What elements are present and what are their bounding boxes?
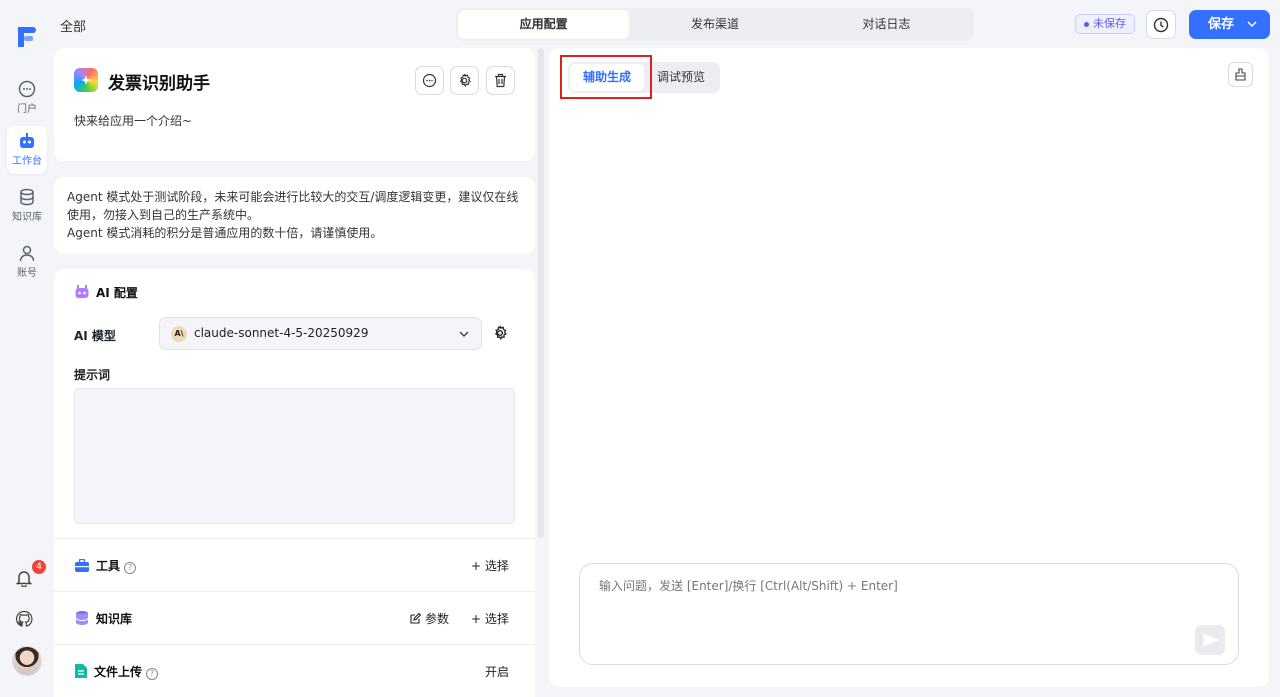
breadcrumb[interactable]: 全部 [60,16,86,35]
row-label: 文件上传 [94,665,143,679]
tools-title: 工具? [74,557,137,574]
chat-bubble-icon [18,80,36,98]
chevron-down-icon [1247,21,1257,28]
github-button[interactable] [12,609,42,639]
model-label: AI 模型 [74,329,116,343]
send-button[interactable] [1195,625,1225,655]
chat-input[interactable] [599,579,1179,593]
model-settings-gear-icon[interactable] [492,325,508,341]
clock-icon [1153,17,1169,33]
tab-assist-generate[interactable]: 辅助生成 [570,64,645,91]
status-badge: 未保存 [1075,14,1135,34]
tab-chat-logs[interactable]: 对话日志 [801,10,972,39]
sidebar-item-portal[interactable]: 门户 [7,74,47,122]
send-icon [1202,633,1218,647]
sidebar-item-knowledge[interactable]: 知识库 [7,182,47,230]
status-text: 未保存 [1093,17,1126,30]
status-dot-icon [1084,21,1089,27]
save-label: 保存 [1208,17,1235,32]
left-scrollbar[interactable] [538,48,544,538]
file-upload-row: 文件上传? 开启 [54,644,535,697]
select-knowledge-button[interactable]: + 选择 [471,610,509,627]
app-description[interactable]: 快来给应用一个介绍~ [74,112,192,129]
ai-config-title: AI 配置 [74,284,138,301]
prompt-textarea[interactable] [74,388,515,524]
select-tools-button[interactable]: + 选择 [471,557,509,574]
github-icon [15,610,33,627]
avatar[interactable] [12,646,42,676]
database-icon [75,611,89,625]
knowledge-row: 知识库 参数 + 选择 [54,591,535,644]
sidebar-item-label: 知识库 [12,212,42,223]
edit-icon [410,612,422,624]
enable-file-upload-button[interactable]: 开启 [485,663,509,680]
params-label: 参数 [425,612,450,626]
chat-settings-button[interactable] [415,66,444,95]
app-title[interactable]: 发票识别助手 [108,69,210,94]
section-label: AI 配置 [96,286,138,300]
anthropic-icon: A\ [171,326,187,342]
row-label: 工具 [96,559,121,573]
header: 全部 应用配置 发布渠道 对话日志 未保存 保存 [54,0,1280,48]
robot-icon [20,133,34,148]
config-tabs: 应用配置 发布渠道 对话日志 [456,8,974,41]
model-select[interactable]: A\ claude-sonnet-4-5-20250929 [159,317,482,350]
gear-icon [459,73,471,88]
delete-app-button[interactable] [486,66,515,95]
file-icon [75,664,87,678]
knowledge-params-button[interactable]: 参数 [410,610,449,627]
notifications-button[interactable]: 4 [12,560,46,598]
preview-tabs: 辅助生成 调试预览 [568,62,721,93]
save-button[interactable]: 保存 [1189,10,1270,39]
app-info-card: 发票识别助手 快来给应用一个介绍~ [54,48,535,161]
notification-badge: 4 [32,560,46,574]
sidebar: 门户 工作台 知识库 账号 4 [0,0,54,697]
chevron-down-icon [459,331,469,338]
app-avatar-icon[interactable] [74,68,98,92]
app-logo-icon[interactable] [15,24,39,50]
clear-chat-button[interactable] [1228,62,1253,87]
tab-debug-preview[interactable]: 调试预览 [644,64,718,91]
preview-panel: 辅助生成 调试预览 [549,48,1269,687]
tab-publish-channel[interactable]: 发布渠道 [629,10,800,39]
notice-line: Agent 模式消耗的积分是普通应用的数十倍，请谨慎使用。 [67,226,383,240]
tab-app-config[interactable]: 应用配置 [458,10,630,39]
model-value: claude-sonnet-4-5-20250929 [194,326,369,340]
broom-icon [1235,68,1246,81]
row-label: 知识库 [96,612,133,626]
sidebar-item-label: 门户 [17,104,37,115]
user-icon [19,245,35,262]
agent-mode-notice: Agent 模式处于测试阶段，未来可能会进行比较大的交互/调度逻辑变更，建议仅在… [54,177,535,254]
file-upload-title: 文件上传? [74,663,159,680]
chat-input-box [579,563,1239,665]
help-icon[interactable]: ? [146,668,159,680]
sidebar-item-account[interactable]: 账号 [7,238,47,286]
database-icon [20,188,34,206]
sidebar-item-label: 账号 [17,268,37,279]
sidebar-item-workspace[interactable]: 工作台 [7,126,47,174]
help-icon[interactable]: ? [124,562,137,574]
chat-bubble-icon [422,73,437,88]
toolbox-icon [75,558,89,572]
bell-icon [15,571,33,588]
knowledge-title: 知识库 [74,610,132,627]
history-button[interactable] [1146,10,1176,39]
sidebar-item-label: 工作台 [12,156,42,167]
app-settings-button[interactable] [450,66,479,95]
prompt-label: 提示词 [74,368,111,382]
notice-line: Agent 模式处于测试阶段，未来可能会进行比较大的交互/调度逻辑变更，建议仅在… [67,190,519,222]
trash-icon [495,73,506,88]
ai-config-card: AI 配置 AI 模型 A\ claude-sonnet-4-5-2025092… [54,269,535,539]
robot-icon [75,285,89,298]
tools-row: 工具? + 选择 [54,538,535,591]
